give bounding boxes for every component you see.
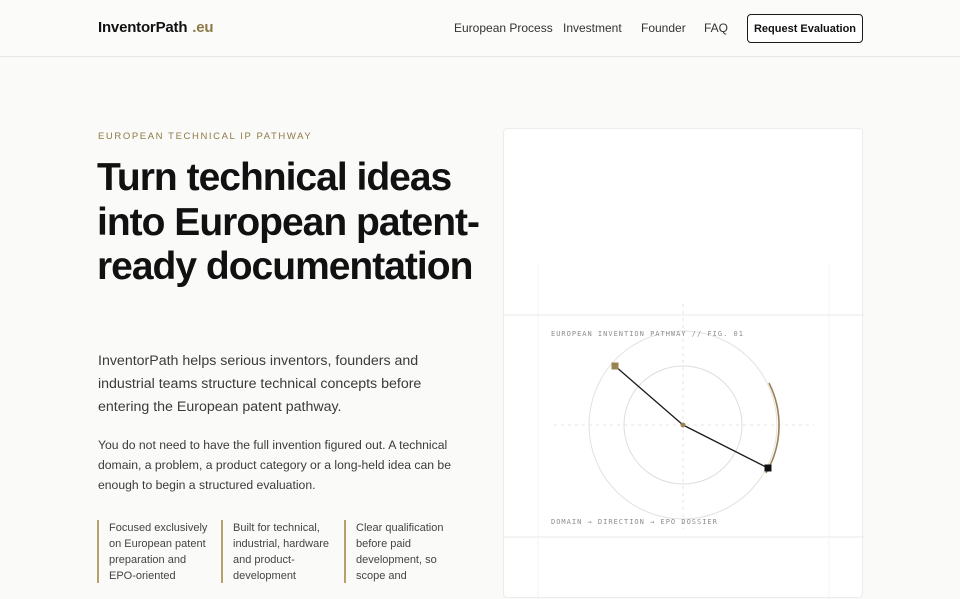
dossier-node <box>764 464 772 472</box>
feature-item-technical: Built for technical, industrial, hardwar… <box>221 520 333 583</box>
feature-item-european-focus: Focused exclusively on European patent p… <box>97 520 209 583</box>
pathway-segment-2 <box>682 424 769 469</box>
direction-node <box>680 422 686 428</box>
domain-node <box>611 362 619 370</box>
site-header: InventorPath .eu European Process Investm… <box>0 0 960 57</box>
feature-item-qualification: Clear qualification before paid developm… <box>344 520 456 583</box>
hero-eyebrow: EUROPEAN TECHNICAL IP PATHWAY <box>98 131 313 142</box>
hero-title: Turn technical ideas into European paten… <box>97 156 480 288</box>
nav-european-process[interactable]: European Process <box>454 21 553 35</box>
request-evaluation-button[interactable]: Request Evaluation <box>747 14 863 43</box>
figure-label-top: EUROPEAN INVENTION PATHWAY // FIG. 01 <box>551 330 744 338</box>
pathway-figure-card: EUROPEAN INVENTION PATHWAY // FIG. 01 DO… <box>503 128 864 599</box>
pathway-segment-1 <box>614 365 684 426</box>
hero-body: You do not need to have the full inventi… <box>98 438 451 492</box>
logo-main: InventorPath <box>98 19 188 36</box>
logo[interactable]: InventorPath .eu <box>98 19 214 36</box>
nav-investment[interactable]: Investment <box>563 21 622 35</box>
nav-faq[interactable]: FAQ <box>704 21 728 35</box>
pathway-diagram: EUROPEAN INVENTION PATHWAY // FIG. 01 DO… <box>504 264 864 599</box>
nav-founder[interactable]: Founder <box>641 21 686 35</box>
figure-label-bottom: DOMAIN → DIRECTION → EPO DOSSIER <box>551 518 718 526</box>
hero-lead: InventorPath helps serious inventors, fo… <box>98 353 422 415</box>
logo-tld: .eu <box>192 19 214 36</box>
